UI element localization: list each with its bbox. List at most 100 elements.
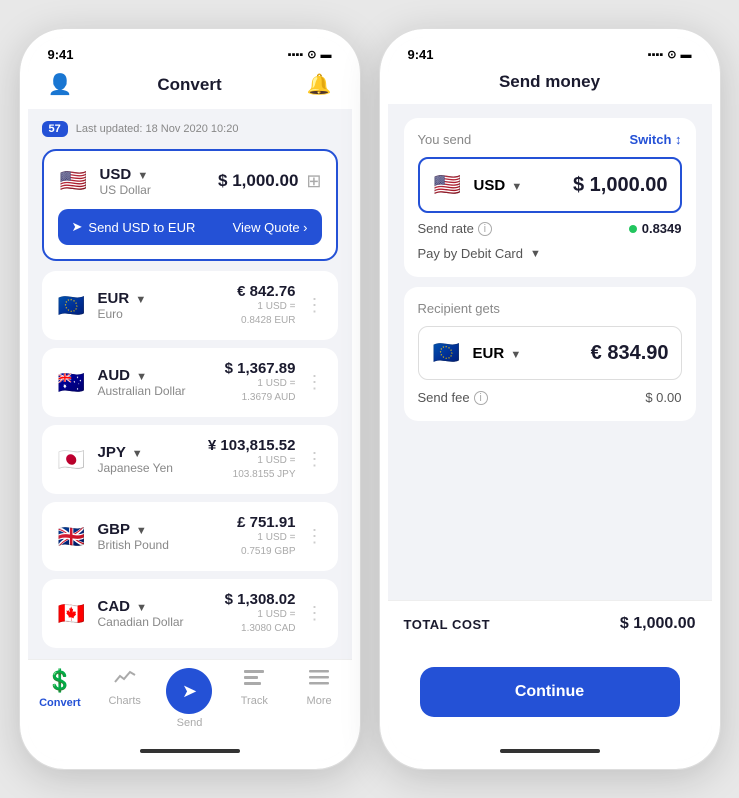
- jpy-amount: ¥ 103,815.52: [208, 437, 296, 454]
- rate-info-icon[interactable]: i: [478, 222, 492, 236]
- list-item[interactable]: 🇨🇦 CAD ▼ Canadian Dollar $ 1,308.02 1 US…: [42, 579, 338, 648]
- fee-value: $ 0.00: [645, 390, 681, 405]
- recipient-flag: 🇪🇺: [431, 337, 463, 369]
- list-item[interactable]: 🇬🇧 GBP ▼ British Pound £ 751.91 1 USD =0…: [42, 502, 338, 571]
- send-quote-bar[interactable]: ➤ Send USD to EUR View Quote ›: [58, 209, 322, 245]
- fee-info-icon[interactable]: i: [474, 391, 488, 405]
- track-icon: [243, 668, 265, 692]
- eur-amount: € 842.76: [237, 283, 295, 300]
- eur-code: EUR ▼: [98, 290, 147, 307]
- you-send-section: You send Switch ↕ 🇺🇸 USD ▼ $ 1,000.00: [404, 118, 696, 277]
- nav-send[interactable]: ➤ Send: [164, 668, 214, 729]
- content-1: 57 Last updated: 18 Nov 2020 10:20 🇺🇸 US…: [28, 109, 352, 659]
- calculator-icon[interactable]: ⊞: [306, 171, 321, 192]
- eur-rate: 1 USD =0.8428 EUR: [237, 300, 295, 328]
- green-dot: [629, 225, 637, 233]
- bell-icon[interactable]: 🔔: [307, 72, 332, 97]
- currency-list: 🇪🇺 EUR ▼ Euro € 842.76 1 USD =0.8428 EUR: [42, 271, 338, 648]
- nav-more[interactable]: More: [294, 668, 344, 729]
- gbp-more-icon[interactable]: ⋮: [306, 526, 324, 547]
- phone-2: 9:41 ▪▪▪▪ ⊙ ▬ Send money You send: [380, 29, 720, 769]
- battery-icon-2: ▬: [681, 49, 692, 61]
- gbp-name: British Pound: [98, 538, 169, 552]
- nav-track-label: Track: [241, 695, 268, 707]
- status-bar-1: 9:41 ▪▪▪▪ ⊙ ▬: [28, 37, 352, 66]
- page-title-1: Convert: [157, 75, 221, 95]
- usd-amount: $ 1,000.00: [218, 171, 298, 191]
- home-bar-2: [388, 745, 712, 761]
- recipient-label: Recipient gets: [418, 301, 682, 316]
- switch-button[interactable]: Switch ↕: [629, 132, 681, 147]
- gbp-flag: 🇬🇧: [56, 521, 88, 553]
- jpy-rate: 1 USD =103.8155 JPY: [208, 454, 296, 482]
- recipient-code[interactable]: EUR ▼: [473, 345, 522, 362]
- wifi-icon-1: ⊙: [307, 48, 316, 61]
- main-currency-card[interactable]: 🇺🇸 USD ▼ US Dollar $ 1,000.00: [42, 149, 338, 261]
- send-amount: $ 1,000.00: [573, 174, 668, 197]
- nav-convert[interactable]: 💲 Convert: [35, 668, 85, 729]
- profile-icon[interactable]: 👤: [48, 72, 73, 97]
- cad-rate: 1 USD =1.3080 CAD: [225, 608, 296, 636]
- aud-code: AUD ▼: [98, 367, 186, 384]
- last-updated-bar: 57 Last updated: 18 Nov 2020 10:20: [42, 121, 338, 137]
- signal-icon-2: ▪▪▪▪: [648, 49, 664, 61]
- jpy-code: JPY ▼: [98, 444, 173, 461]
- cad-name: Canadian Dollar: [98, 615, 184, 629]
- updated-text: Last updated: 18 Nov 2020 10:20: [76, 123, 239, 135]
- app-header-1: 👤 Convert 🔔: [28, 66, 352, 109]
- pay-method-row[interactable]: Pay by Debit Card ▼: [418, 240, 682, 263]
- recipient-section: Recipient gets 🇪🇺 EUR ▼ € 834.90 Send fe…: [404, 287, 696, 421]
- wifi-icon-2: ⊙: [667, 48, 676, 61]
- update-badge: 57: [42, 121, 68, 137]
- battery-icon-1: ▬: [321, 49, 332, 61]
- charts-icon: [114, 668, 136, 692]
- send-code[interactable]: USD ▼: [474, 177, 523, 194]
- aud-name: Australian Dollar: [98, 384, 186, 398]
- usd-dropdown-arrow: ▼: [137, 170, 148, 182]
- pay-dropdown-arrow: ▼: [530, 248, 541, 260]
- cad-more-icon[interactable]: ⋮: [306, 603, 324, 624]
- bottom-nav: 💲 Convert Charts ➤ Send: [28, 659, 352, 745]
- status-icons-2: ▪▪▪▪ ⊙ ▬: [648, 48, 692, 61]
- total-label: TOTAL COST: [404, 617, 491, 632]
- status-icons-1: ▪▪▪▪ ⊙ ▬: [288, 48, 332, 61]
- status-bar-2: 9:41 ▪▪▪▪ ⊙ ▬: [388, 37, 712, 66]
- total-section: TOTAL COST $ 1,000.00: [388, 600, 712, 647]
- continue-section: Continue: [388, 647, 712, 745]
- status-time-2: 9:41: [408, 47, 434, 62]
- nav-charts[interactable]: Charts: [100, 668, 150, 729]
- eur-name: Euro: [98, 307, 147, 321]
- list-item[interactable]: 🇯🇵 JPY ▼ Japanese Yen ¥ 103,815.52 1 USD…: [42, 425, 338, 494]
- usd-code[interactable]: USD ▼: [100, 166, 151, 183]
- usd-name: US Dollar: [100, 183, 151, 197]
- status-time-1: 9:41: [48, 47, 74, 62]
- list-item[interactable]: 🇦🇺 AUD ▼ Australian Dollar $ 1,367.89 1 …: [42, 348, 338, 417]
- send-currency-row[interactable]: 🇺🇸 USD ▼ $ 1,000.00: [418, 157, 682, 213]
- home-bar-1: [28, 745, 352, 761]
- fee-row: Send fee i $ 0.00: [418, 380, 682, 407]
- send-circle: ➤: [166, 668, 212, 714]
- eur-flag: 🇪🇺: [56, 290, 88, 322]
- aud-flag: 🇦🇺: [56, 367, 88, 399]
- home-indicator-2: [500, 749, 600, 753]
- nav-track[interactable]: Track: [229, 668, 279, 729]
- nav-more-label: More: [307, 695, 332, 707]
- rate-label: Send rate i: [418, 221, 492, 236]
- jpy-more-icon[interactable]: ⋮: [306, 449, 324, 470]
- jpy-name: Japanese Yen: [98, 461, 173, 475]
- phone-1: 9:41 ▪▪▪▪ ⊙ ▬ 👤 Convert 🔔 57 Last update…: [20, 29, 360, 769]
- view-quote-btn[interactable]: View Quote ›: [233, 220, 308, 235]
- total-value: $ 1,000.00: [620, 615, 696, 633]
- more-icon: [308, 668, 330, 692]
- send-icon: ➤: [182, 681, 197, 702]
- signal-icon-1: ▪▪▪▪: [288, 49, 304, 61]
- send-label-text: Send USD to EUR: [88, 220, 195, 235]
- recipient-currency-row[interactable]: 🇪🇺 EUR ▼ € 834.90: [418, 326, 682, 380]
- continue-button[interactable]: Continue: [420, 667, 680, 717]
- eur-more-icon[interactable]: ⋮: [306, 295, 324, 316]
- cad-code: CAD ▼: [98, 598, 184, 615]
- usd-flag: 🇺🇸: [58, 165, 90, 197]
- list-item[interactable]: 🇪🇺 EUR ▼ Euro € 842.76 1 USD =0.8428 EUR: [42, 271, 338, 340]
- aud-rate: 1 USD =1.3679 AUD: [225, 377, 296, 405]
- aud-more-icon[interactable]: ⋮: [306, 372, 324, 393]
